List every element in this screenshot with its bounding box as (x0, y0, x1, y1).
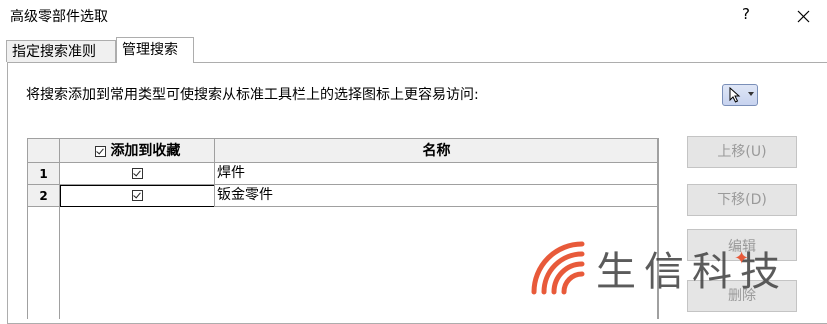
favorite-checkbox[interactable] (132, 189, 143, 201)
row-number[interactable]: 1 (28, 163, 59, 185)
favorite-checkbox[interactable] (132, 167, 143, 179)
chevron-down-icon[interactable] (748, 92, 754, 96)
grid-divider (657, 139, 658, 319)
grid-divider (59, 139, 60, 319)
favorite-cell[interactable] (60, 163, 215, 185)
grid-divider (214, 139, 215, 207)
close-icon (797, 10, 810, 23)
move-down-button[interactable]: 下移(D) (687, 184, 797, 216)
name-cell[interactable]: 钣金零件 (215, 185, 658, 207)
tab-specify-criteria[interactable]: 指定搜索准则 (6, 40, 116, 62)
column-header-favorite[interactable]: 添加到收藏 (60, 139, 215, 163)
row-number[interactable]: 2 (28, 185, 59, 207)
delete-button[interactable]: 删除 (687, 280, 797, 312)
column-header-name[interactable]: 名称 (215, 139, 658, 163)
close-button[interactable] (790, 3, 816, 29)
checkbox-icon[interactable] (94, 145, 106, 157)
tab-manage-search[interactable]: 管理搜索 (116, 37, 194, 63)
name-cell[interactable]: 焊件 (215, 163, 658, 185)
instruction-text: 将搜索添加到常用类型可使搜索从标准工具栏上的选择图标上更容易访问: (26, 87, 479, 103)
title-bar: 高级零部件选取 ? (0, 0, 827, 34)
edit-button[interactable]: 编辑 (687, 229, 797, 261)
pointer-arrow-icon (729, 87, 741, 103)
grid-corner (28, 139, 60, 163)
window-title: 高级零部件选取 (10, 9, 108, 25)
column-favorite-label: 添加到收藏 (110, 143, 181, 159)
search-grid: 添加到收藏 名称 1 焊件 2 钣金零件 (27, 138, 659, 319)
selection-pointer-button[interactable] (722, 84, 758, 106)
help-button[interactable]: ? (736, 5, 756, 27)
favorite-cell[interactable] (60, 185, 215, 207)
move-up-button[interactable]: 上移(U) (687, 136, 797, 168)
